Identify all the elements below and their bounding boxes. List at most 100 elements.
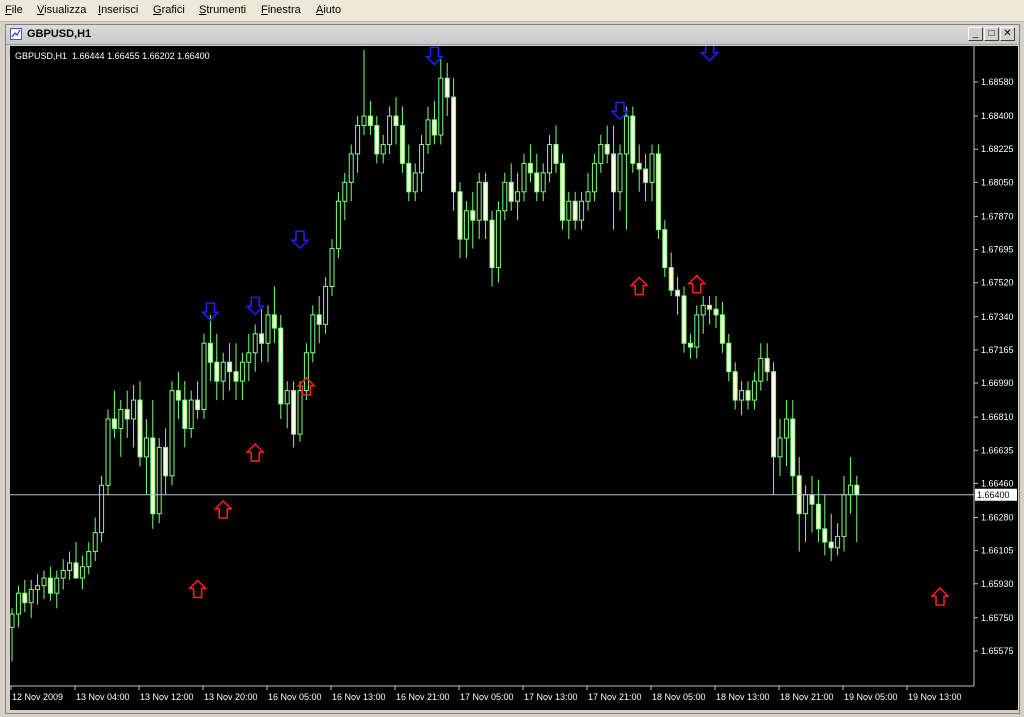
candle-body xyxy=(611,153,617,193)
menu-finestra[interactable]: Finestra xyxy=(261,4,301,16)
candle-body xyxy=(137,399,143,458)
candle-body xyxy=(591,162,597,193)
chart-window-titlebar[interactable]: GBPUSD,H1 _ □ ✕ xyxy=(6,25,1019,45)
candle-body xyxy=(694,314,700,348)
x-tick-label: 19 Nov 05:00 xyxy=(844,692,898,702)
candle-body xyxy=(118,409,124,429)
candle-body xyxy=(156,446,162,515)
candle-body xyxy=(515,191,521,202)
y-tick-label: 1.68050 xyxy=(981,177,1014,187)
candle-body xyxy=(35,585,41,590)
chart-window-icon xyxy=(10,28,22,40)
candle-body xyxy=(387,115,393,145)
menu-visualizza[interactable]: Visualizza xyxy=(37,4,86,16)
candle-body xyxy=(803,494,809,515)
candle-body xyxy=(719,314,725,344)
candle-body xyxy=(329,248,335,287)
candle-body xyxy=(847,484,853,496)
candle-body xyxy=(431,119,437,136)
candle-body xyxy=(463,210,469,240)
candle-body xyxy=(419,143,425,174)
candle-body xyxy=(233,371,239,382)
candle-body xyxy=(502,181,508,212)
candle-body xyxy=(239,361,245,382)
candle-body xyxy=(732,371,738,401)
menu-strumenti[interactable]: Strumenti xyxy=(199,4,246,16)
candle-body xyxy=(521,162,527,193)
candle-body xyxy=(687,342,693,348)
candle-body xyxy=(188,399,194,429)
candle-body xyxy=(323,285,329,325)
y-tick-label: 1.66810 xyxy=(981,412,1014,422)
candle-body xyxy=(316,314,322,325)
candle-body xyxy=(451,96,457,193)
candle-body xyxy=(553,143,559,164)
y-tick-label: 1.67520 xyxy=(981,278,1014,288)
candle-body xyxy=(175,390,181,401)
ohlc-values: 1.66444 1.66455 1.66202 1.66400 xyxy=(72,51,210,61)
close-button[interactable]: ✕ xyxy=(1000,27,1015,41)
menu-inserisci[interactable]: Inserisci xyxy=(98,4,138,16)
candle-body xyxy=(355,125,361,155)
candle-body xyxy=(470,210,476,221)
menu-file[interactable]: File xyxy=(5,4,23,16)
candle-body xyxy=(585,191,591,202)
y-tick-label: 1.65575 xyxy=(981,646,1014,656)
candle-body xyxy=(476,181,482,221)
candle-body xyxy=(393,115,399,127)
x-tick-label: 18 Nov 21:00 xyxy=(780,692,834,702)
candle-body xyxy=(438,77,444,136)
x-tick-label: 13 Nov 12:00 xyxy=(140,692,194,702)
x-tick-label: 13 Nov 20:00 xyxy=(204,692,258,702)
candle-body xyxy=(598,143,604,164)
x-tick-label: 13 Nov 04:00 xyxy=(76,692,130,702)
restore-button[interactable]: □ xyxy=(984,27,999,41)
candle-body xyxy=(412,172,418,193)
buy-arrow-icon xyxy=(245,443,266,462)
candle-body xyxy=(259,333,265,344)
candle-body xyxy=(751,380,757,401)
y-tick-label: 1.65930 xyxy=(981,579,1014,589)
buy-arrow-icon xyxy=(629,276,650,296)
buy-arrow-icon xyxy=(686,274,707,294)
candle-body xyxy=(643,168,649,183)
candle-body xyxy=(220,361,226,382)
y-tick-label: 1.66635 xyxy=(981,445,1014,455)
candle-body xyxy=(835,535,841,549)
buy-arrow-icon xyxy=(187,579,208,599)
candle-body xyxy=(67,562,73,571)
candle-body xyxy=(739,390,745,401)
candle-body xyxy=(566,200,572,221)
candle-body xyxy=(726,342,732,373)
minimize-button[interactable]: _ xyxy=(968,27,983,41)
candle-body xyxy=(700,304,706,316)
sell-arrow-icon xyxy=(245,296,266,316)
x-tick-label: 16 Nov 05:00 xyxy=(268,692,322,702)
candle-body xyxy=(297,390,303,435)
candle-body xyxy=(207,342,213,363)
candle-body xyxy=(617,153,623,193)
menu-aiuto[interactable]: Aiuto xyxy=(316,4,341,16)
candle-body xyxy=(406,162,412,193)
candle-body xyxy=(99,484,105,534)
candle-body xyxy=(655,153,661,231)
candle-body xyxy=(604,143,610,155)
y-tick-label: 1.66460 xyxy=(981,478,1014,488)
menu-grafici[interactable]: Grafici xyxy=(153,4,185,16)
candle-body xyxy=(662,229,668,269)
candle-body xyxy=(310,314,316,354)
candle-body xyxy=(758,357,764,382)
candle-body xyxy=(547,143,553,174)
x-tick-label: 17 Nov 13:00 xyxy=(524,692,578,702)
x-tick-label: 17 Nov 21:00 xyxy=(588,692,642,702)
candle-body xyxy=(163,446,169,477)
candle-body xyxy=(508,181,514,202)
sell-arrow-icon xyxy=(424,46,445,66)
candle-body xyxy=(278,327,284,405)
candle-body xyxy=(790,418,796,477)
candlestick-chart[interactable]: 1.68580 1.68400 1.68225 1.68050 1.67870 1.676… xyxy=(10,46,1018,710)
candle-body xyxy=(534,172,540,193)
chart-area[interactable]: 1.68580 1.68400 1.68225 1.68050 1.67870 1.676… xyxy=(10,46,1018,710)
candle-body xyxy=(169,390,175,477)
candle-body xyxy=(361,115,367,127)
